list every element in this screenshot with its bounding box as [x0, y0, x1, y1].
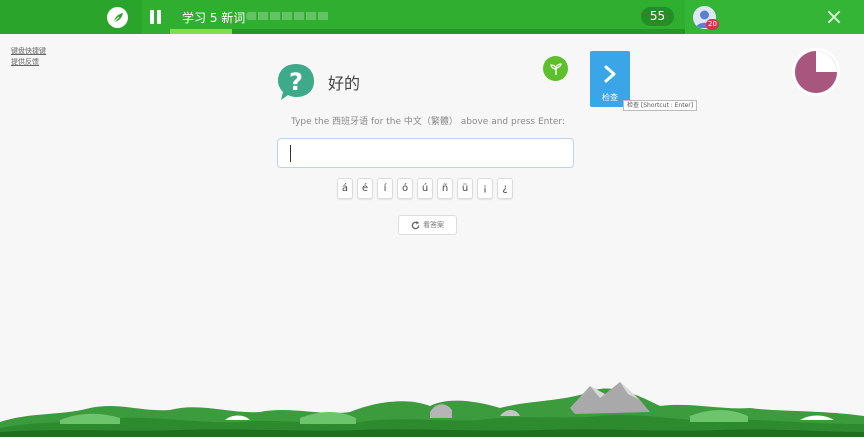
- accent-key-n-tilde[interactable]: ñ: [437, 178, 453, 199]
- session-title: 学习 5 新词: [182, 11, 246, 25]
- show-answer-label: 看答案: [423, 221, 444, 229]
- feedback-link[interactable]: 提供反馈: [11, 57, 46, 68]
- instruction-label: Type the 西班牙语 for the 中文（繁體） above and p…: [290, 117, 566, 127]
- sprout-icon[interactable]: [543, 56, 568, 81]
- memrise-logo-icon[interactable]: [107, 7, 128, 28]
- answer-input[interactable]: [277, 138, 574, 168]
- accent-key-i-acute[interactable]: í: [377, 178, 393, 199]
- session-progress-fill: [170, 29, 232, 34]
- top-bar: 学习 5 新词 55 20: [0, 0, 864, 34]
- check-shortcut-tooltip: 检查 [Shortcut : Enter]: [623, 100, 698, 111]
- pause-icon[interactable]: [147, 10, 163, 24]
- close-icon[interactable]: [826, 9, 842, 25]
- check-button[interactable]: 检查: [590, 51, 630, 107]
- keyboard-shortcuts-link[interactable]: 键盘快捷键: [11, 46, 46, 57]
- svg-text:?: ?: [289, 68, 303, 96]
- session-progress-bar: [170, 29, 685, 34]
- accent-key-e-acute[interactable]: é: [357, 178, 373, 199]
- hills-scenery: [0, 382, 864, 437]
- show-answer-button[interactable]: 看答案: [398, 215, 457, 235]
- side-links: 键盘快捷键 提供反馈: [11, 46, 46, 68]
- prompt-word: 好的: [328, 74, 361, 93]
- accent-key-inverted-exclamation[interactable]: ¡: [477, 178, 493, 199]
- session-subtitle-placeholder: [246, 12, 330, 20]
- accent-key-a-acute[interactable]: á: [337, 178, 353, 199]
- chevron-right-icon: [604, 65, 616, 83]
- notification-badge: 20: [706, 19, 719, 30]
- accent-key-inverted-question[interactable]: ¿: [497, 178, 513, 199]
- accent-key-o-acute[interactable]: ó: [397, 178, 413, 199]
- text-caret: [290, 145, 291, 162]
- accent-keyboard: á é í ó ú ñ ü ¡ ¿: [337, 178, 513, 200]
- accent-key-u-umlaut[interactable]: ü: [457, 178, 473, 199]
- instruction-text: Type the 西班牙语 for the 中文（繁體） above and p…: [0, 114, 864, 127]
- countdown-timer: [791, 47, 841, 97]
- question-bubble-icon: ?: [277, 63, 315, 101]
- points-count-badge: 55: [641, 7, 674, 26]
- accent-key-u-acute[interactable]: ú: [417, 178, 433, 199]
- refresh-icon: [411, 220, 420, 229]
